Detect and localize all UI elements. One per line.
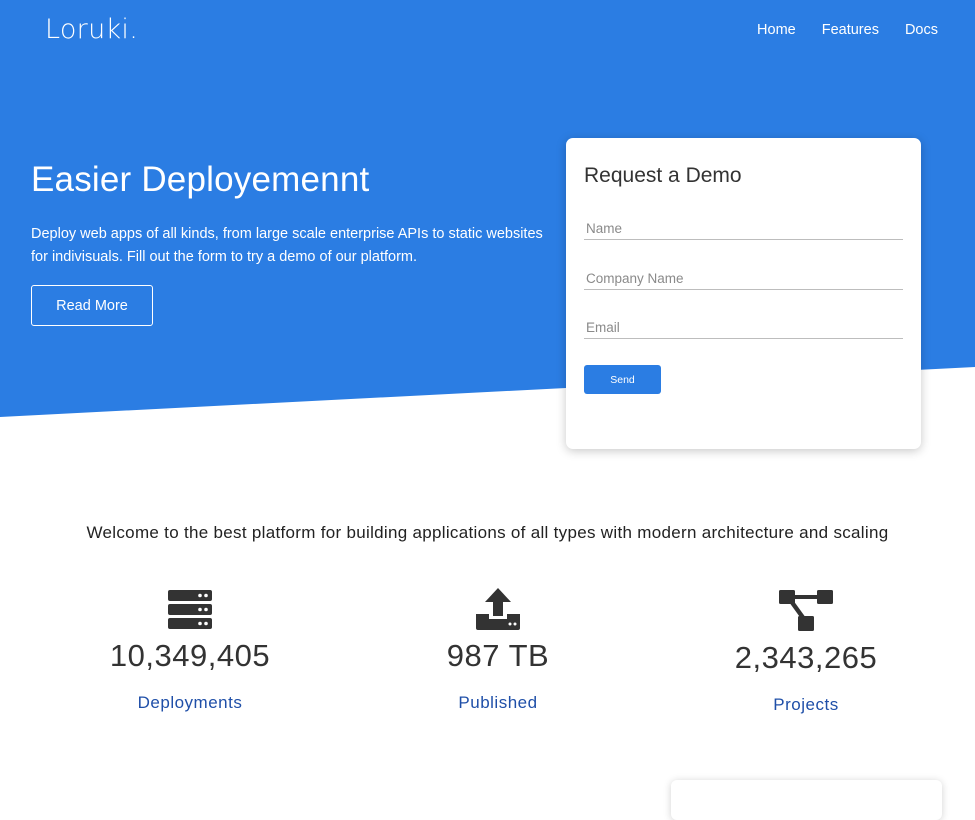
upload-icon [476,588,520,630]
server-icon [168,590,212,629]
main-nav: Home Features Docs [757,22,938,38]
read-more-button[interactable]: Read More [31,285,153,326]
nav-docs[interactable]: Docs [905,22,938,38]
hero-title: Easier Deployemennt [31,160,370,199]
email-input[interactable] [584,317,903,339]
next-section-card [671,780,942,820]
hero-subtitle: Deploy web apps of all kinds, from large… [31,226,543,265]
demo-card-title: Request a Demo [584,164,742,187]
nav-home[interactable]: Home [757,22,796,38]
stat-value: 2,343,265 [734,640,878,675]
stat-projects: 2,343,265 Projects [676,588,936,715]
stat-deployments: 10,349,405 Deployments [60,588,320,713]
project-diagram-icon [779,590,833,631]
company-name-input[interactable] [584,268,903,290]
send-button[interactable]: Send [584,365,661,394]
stat-label[interactable]: Projects [676,695,936,715]
stats-heading: Welcome to the best platform for buildin… [86,523,889,542]
demo-request-card: Request a Demo Send [566,138,921,449]
nav-features[interactable]: Features [822,22,879,38]
stat-label[interactable]: Deployments [60,693,320,713]
stat-published: 987 TB Published [368,588,628,713]
stat-value: 987 TB [446,638,550,673]
stat-label[interactable]: Published [368,693,628,713]
logo[interactable]: Loruki. [45,14,138,45]
name-input[interactable] [584,218,903,240]
stat-value: 10,349,405 [109,638,271,673]
